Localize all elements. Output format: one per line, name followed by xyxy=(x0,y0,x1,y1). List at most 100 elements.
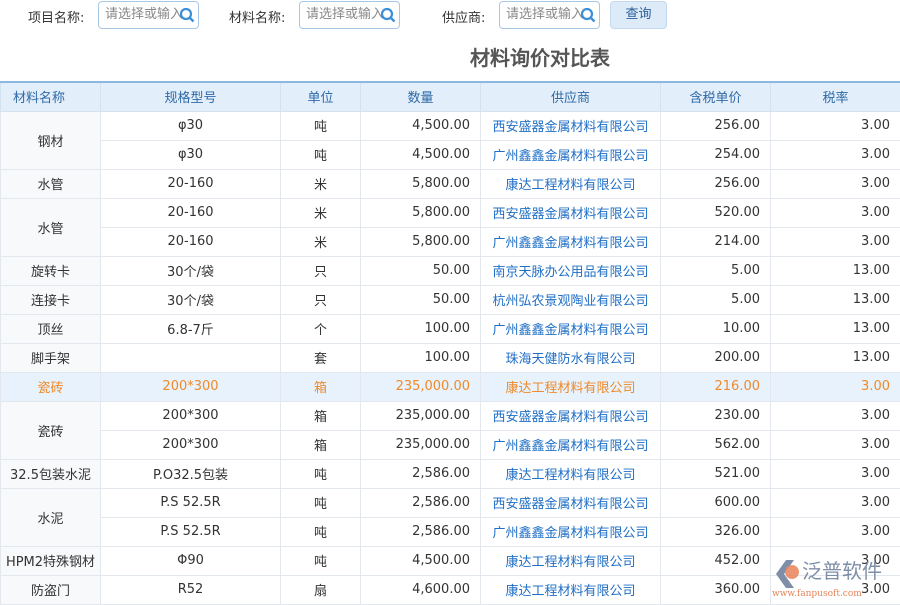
column-header[interactable]: 规格型号 xyxy=(101,82,281,111)
search-icon[interactable] xyxy=(380,7,396,23)
tax-rate-cell: 13.00 xyxy=(771,256,900,285)
unit-cell: 只 xyxy=(281,256,361,285)
spec-cell: φ30 xyxy=(101,140,281,169)
unit-cell: 箱 xyxy=(281,401,361,430)
tax-rate-cell: 3.00 xyxy=(771,140,900,169)
quantity-cell: 235,000.00 xyxy=(361,430,481,459)
table-row[interactable]: 脚手架套100.00珠海天健防水有限公司200.0013.00 xyxy=(1,343,900,372)
table-row[interactable]: 瓷砖200*300箱235,000.00康达工程材料有限公司216.003.00 xyxy=(1,372,900,401)
project-label: 项目名称: xyxy=(28,7,84,26)
supplier-link[interactable]: 广州鑫鑫金属材料有限公司 xyxy=(481,430,661,459)
table-row[interactable]: φ30吨4,500.00广州鑫鑫金属材料有限公司254.003.00 xyxy=(1,140,900,169)
spec-cell: 20-160 xyxy=(101,198,281,227)
table-row[interactable]: 32.5包装水泥P.O32.5包装吨2,586.00康达工程材料有限公司521.… xyxy=(1,459,900,488)
tax-rate-cell: 3.00 xyxy=(771,488,900,517)
quantity-cell: 100.00 xyxy=(361,343,481,372)
material-input[interactable]: 请选择或输入 xyxy=(299,1,400,29)
tax-rate-cell: 3.00 xyxy=(771,546,900,575)
supplier-input[interactable]: 请选择或输入 xyxy=(499,1,600,29)
column-header[interactable]: 数量 xyxy=(361,82,481,111)
table-row[interactable]: 钢材φ30吨4,500.00西安盛器金属材料有限公司256.003.00 xyxy=(1,111,900,140)
supplier-link[interactable]: 杭州弘农景观陶业有限公司 xyxy=(481,285,661,314)
unit-cell: 只 xyxy=(281,285,361,314)
table-row[interactable]: 水管20-160米5,800.00康达工程材料有限公司256.003.00 xyxy=(1,169,900,198)
supplier-link[interactable]: 广州鑫鑫金属材料有限公司 xyxy=(481,227,661,256)
price-cell: 520.00 xyxy=(661,198,771,227)
unit-cell: 个 xyxy=(281,314,361,343)
supplier-link[interactable]: 西安盛器金属材料有限公司 xyxy=(481,488,661,517)
quantity-cell: 5,800.00 xyxy=(361,169,481,198)
unit-cell: 吨 xyxy=(281,546,361,575)
table-row[interactable]: P.S 52.5R吨2,586.00广州鑫鑫金属材料有限公司326.003.00 xyxy=(1,517,900,546)
unit-cell: 吨 xyxy=(281,488,361,517)
table-row[interactable]: 连接卡30个/袋只50.00杭州弘农景观陶业有限公司5.0013.00 xyxy=(1,285,900,314)
unit-cell: 箱 xyxy=(281,372,361,401)
table-row[interactable]: 旋转卡30个/袋只50.00南京天脉办公用品有限公司5.0013.00 xyxy=(1,256,900,285)
supplier-link[interactable]: 广州鑫鑫金属材料有限公司 xyxy=(481,314,661,343)
material-name-cell: 连接卡 xyxy=(1,285,101,314)
tax-rate-cell: 13.00 xyxy=(771,314,900,343)
column-header[interactable]: 含税单价 xyxy=(661,82,771,111)
supplier-link[interactable]: 珠海天健防水有限公司 xyxy=(481,343,661,372)
tax-rate-cell: 3.00 xyxy=(771,227,900,256)
price-cell: 254.00 xyxy=(661,140,771,169)
filter-bar: 项目名称: 请选择或输入 材料名称: 请选择或输入 供应商: 请选择或输入 查询 xyxy=(0,0,900,30)
spec-cell: 200*300 xyxy=(101,401,281,430)
table-row[interactable]: 顶丝6.8-7斤个100.00广州鑫鑫金属材料有限公司10.0013.00 xyxy=(1,314,900,343)
material-name-cell: 顶丝 xyxy=(1,314,101,343)
spec-cell: 20-160 xyxy=(101,227,281,256)
material-name-cell: 32.5包装水泥 xyxy=(1,459,101,488)
price-cell: 5.00 xyxy=(661,285,771,314)
tax-rate-cell: 13.00 xyxy=(771,343,900,372)
spec-cell xyxy=(101,343,281,372)
supplier-link[interactable]: 广州鑫鑫金属材料有限公司 xyxy=(481,517,661,546)
quantity-cell: 2,586.00 xyxy=(361,459,481,488)
price-cell: 452.00 xyxy=(661,546,771,575)
supplier-link[interactable]: 西安盛器金属材料有限公司 xyxy=(481,111,661,140)
search-icon[interactable] xyxy=(580,7,596,23)
supplier-link[interactable]: 西安盛器金属材料有限公司 xyxy=(481,198,661,227)
table-row[interactable]: HPM2特殊钢材Φ90吨4,500.00康达工程材料有限公司452.003.00 xyxy=(1,546,900,575)
table-row[interactable]: 瓷砖200*300箱235,000.00西安盛器金属材料有限公司230.003.… xyxy=(1,401,900,430)
supplier-link[interactable]: 康达工程材料有限公司 xyxy=(481,169,661,198)
material-placeholder: 请选择或输入 xyxy=(306,7,384,22)
table-row[interactable]: 20-160米5,800.00广州鑫鑫金属材料有限公司214.003.00 xyxy=(1,227,900,256)
material-name-cell: 瓷砖 xyxy=(1,372,101,401)
tax-rate-cell: 13.00 xyxy=(771,285,900,314)
quantity-cell: 4,500.00 xyxy=(361,111,481,140)
material-name-cell: 水管 xyxy=(1,198,101,256)
supplier-link[interactable]: 广州鑫鑫金属材料有限公司 xyxy=(481,140,661,169)
quantity-cell: 50.00 xyxy=(361,256,481,285)
supplier-link[interactable]: 康达工程材料有限公司 xyxy=(481,546,661,575)
table-row[interactable]: 200*300箱235,000.00广州鑫鑫金属材料有限公司562.003.00 xyxy=(1,430,900,459)
price-cell: 256.00 xyxy=(661,169,771,198)
spec-cell: P.S 52.5R xyxy=(101,517,281,546)
page-title: 材料询价对比表 xyxy=(430,42,650,71)
price-cell: 200.00 xyxy=(661,343,771,372)
material-name-cell: 水管 xyxy=(1,169,101,198)
unit-cell: 米 xyxy=(281,227,361,256)
spec-cell: 200*300 xyxy=(101,430,281,459)
table-row[interactable]: 水泥P.S 52.5R吨2,586.00西安盛器金属材料有限公司600.003.… xyxy=(1,488,900,517)
quantity-cell: 4,500.00 xyxy=(361,546,481,575)
table-row[interactable]: 水管20-160米5,800.00西安盛器金属材料有限公司520.003.00 xyxy=(1,198,900,227)
supplier-link[interactable]: 康达工程材料有限公司 xyxy=(481,459,661,488)
search-icon[interactable] xyxy=(179,7,195,23)
supplier-link[interactable]: 南京天脉办公用品有限公司 xyxy=(481,256,661,285)
unit-cell: 吨 xyxy=(281,140,361,169)
tax-rate-cell: 3.00 xyxy=(771,459,900,488)
column-header[interactable]: 单位 xyxy=(281,82,361,111)
supplier-link[interactable]: 西安盛器金属材料有限公司 xyxy=(481,401,661,430)
column-header[interactable]: 材料名称 xyxy=(1,82,101,111)
supplier-link[interactable]: 康达工程材料有限公司 xyxy=(481,372,661,401)
column-header[interactable]: 供应商 xyxy=(481,82,661,111)
project-input[interactable]: 请选择或输入 xyxy=(98,1,199,29)
material-name-cell: 瓷砖 xyxy=(1,401,101,459)
unit-cell: 米 xyxy=(281,169,361,198)
tax-rate-cell: 3.00 xyxy=(771,517,900,546)
unit-cell: 套 xyxy=(281,343,361,372)
query-button[interactable]: 查询 xyxy=(610,1,667,29)
unit-cell: 吨 xyxy=(281,111,361,140)
unit-cell: 吨 xyxy=(281,517,361,546)
column-header[interactable]: 税率 xyxy=(771,82,900,111)
